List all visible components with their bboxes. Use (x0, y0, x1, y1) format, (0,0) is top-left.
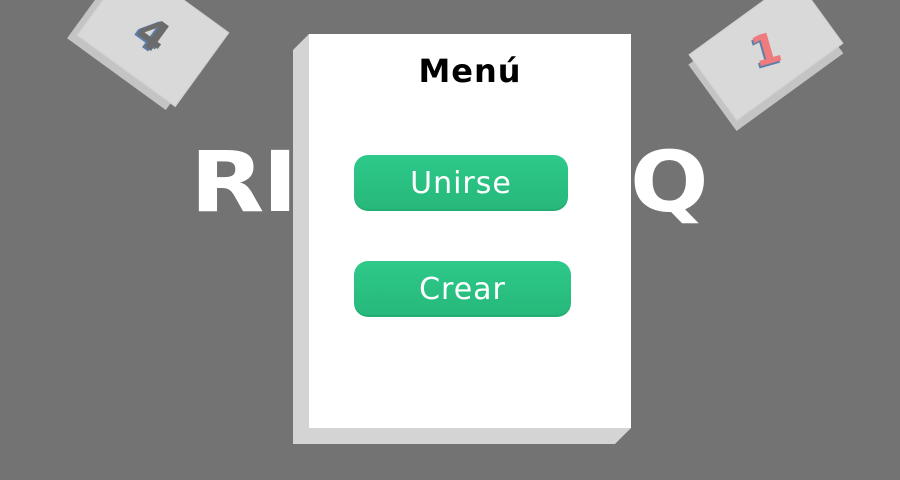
create-button[interactable]: Crear (354, 261, 571, 317)
logo-text-right: Q (630, 133, 709, 231)
menu-panel: Menú Unirse Crear (309, 34, 631, 428)
join-button[interactable]: Unirse (354, 155, 568, 211)
menu-title: Menú (418, 52, 522, 90)
logo-text-left: RI (190, 133, 298, 231)
